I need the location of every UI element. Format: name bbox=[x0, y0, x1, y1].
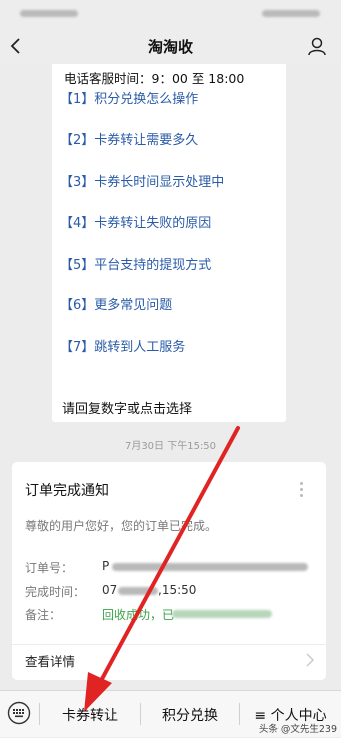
watermark: 头条 @文先生239 bbox=[258, 724, 337, 735]
message-timestamp: 7月30日 下午15:50 bbox=[124, 441, 217, 452]
completion-time-label: 完成时间： bbox=[25, 585, 86, 599]
menu-item-4[interactable]: 【4】卡券转让失败的原因 bbox=[60, 212, 211, 231]
notice-greeting: 尊敬的用户您好，您的订单已完成。 bbox=[25, 519, 218, 533]
note-redacted bbox=[172, 610, 272, 618]
order-number-label: 订单号： bbox=[25, 561, 74, 575]
completion-time-value: ,15:50 bbox=[158, 583, 197, 597]
menu-points-exchange[interactable]: 积分兑换 bbox=[141, 691, 239, 738]
status-bar-carrier bbox=[20, 10, 78, 17]
nav-bar: 淘淘收 bbox=[0, 28, 341, 64]
keyboard-icon[interactable] bbox=[7, 701, 31, 725]
menu-item-3[interactable]: 【3】卡券长时间显示处理中 bbox=[60, 171, 224, 190]
service-hours-text: 电话客服时间：9：00 至 18:00 bbox=[64, 71, 245, 86]
note-label: 备注： bbox=[25, 608, 62, 622]
status-bar bbox=[0, 0, 341, 28]
profile-icon[interactable] bbox=[307, 36, 327, 56]
menu-item-2[interactable]: 【2】卡券转让需要多久 bbox=[60, 129, 198, 148]
more-icon[interactable] bbox=[300, 482, 304, 500]
note-value: 回收成功，已 bbox=[102, 608, 175, 622]
menu-item-5[interactable]: 【5】平台支持的提现方式 bbox=[60, 254, 211, 273]
order-notice-card[interactable]: 订单完成通知 尊敬的用户您好，您的订单已完成。 订单号： P 完成时间： 07 … bbox=[12, 462, 326, 680]
chevron-right-icon bbox=[306, 653, 314, 667]
menu-item-6[interactable]: 【6】更多常见问题 bbox=[60, 294, 172, 313]
card-divider bbox=[12, 644, 326, 645]
completion-date-redacted bbox=[118, 587, 158, 595]
view-details-link[interactable]: 查看详情 bbox=[25, 651, 75, 670]
order-number-redacted bbox=[112, 563, 308, 571]
order-number-value: P bbox=[102, 559, 110, 573]
completion-time-date: 07 bbox=[102, 583, 118, 597]
menu-item-1[interactable]: 【1】积分兑换怎么操作 bbox=[60, 88, 198, 107]
menu-item-7[interactable]: 【7】跳转到人工服务 bbox=[60, 336, 185, 355]
notice-title: 订单完成通知 bbox=[25, 483, 109, 499]
reply-instruction: 请回复数字或点击选择 bbox=[62, 402, 193, 417]
faq-menu-message: 电话客服时间：9：00 至 18:00 【1】积分兑换怎么操作 【2】卡券转让需… bbox=[52, 64, 286, 422]
page-title: 淘淘收 bbox=[147, 38, 193, 56]
status-bar-indicators bbox=[262, 10, 320, 17]
menu-card-transfer[interactable]: 卡券转让 bbox=[40, 691, 140, 738]
